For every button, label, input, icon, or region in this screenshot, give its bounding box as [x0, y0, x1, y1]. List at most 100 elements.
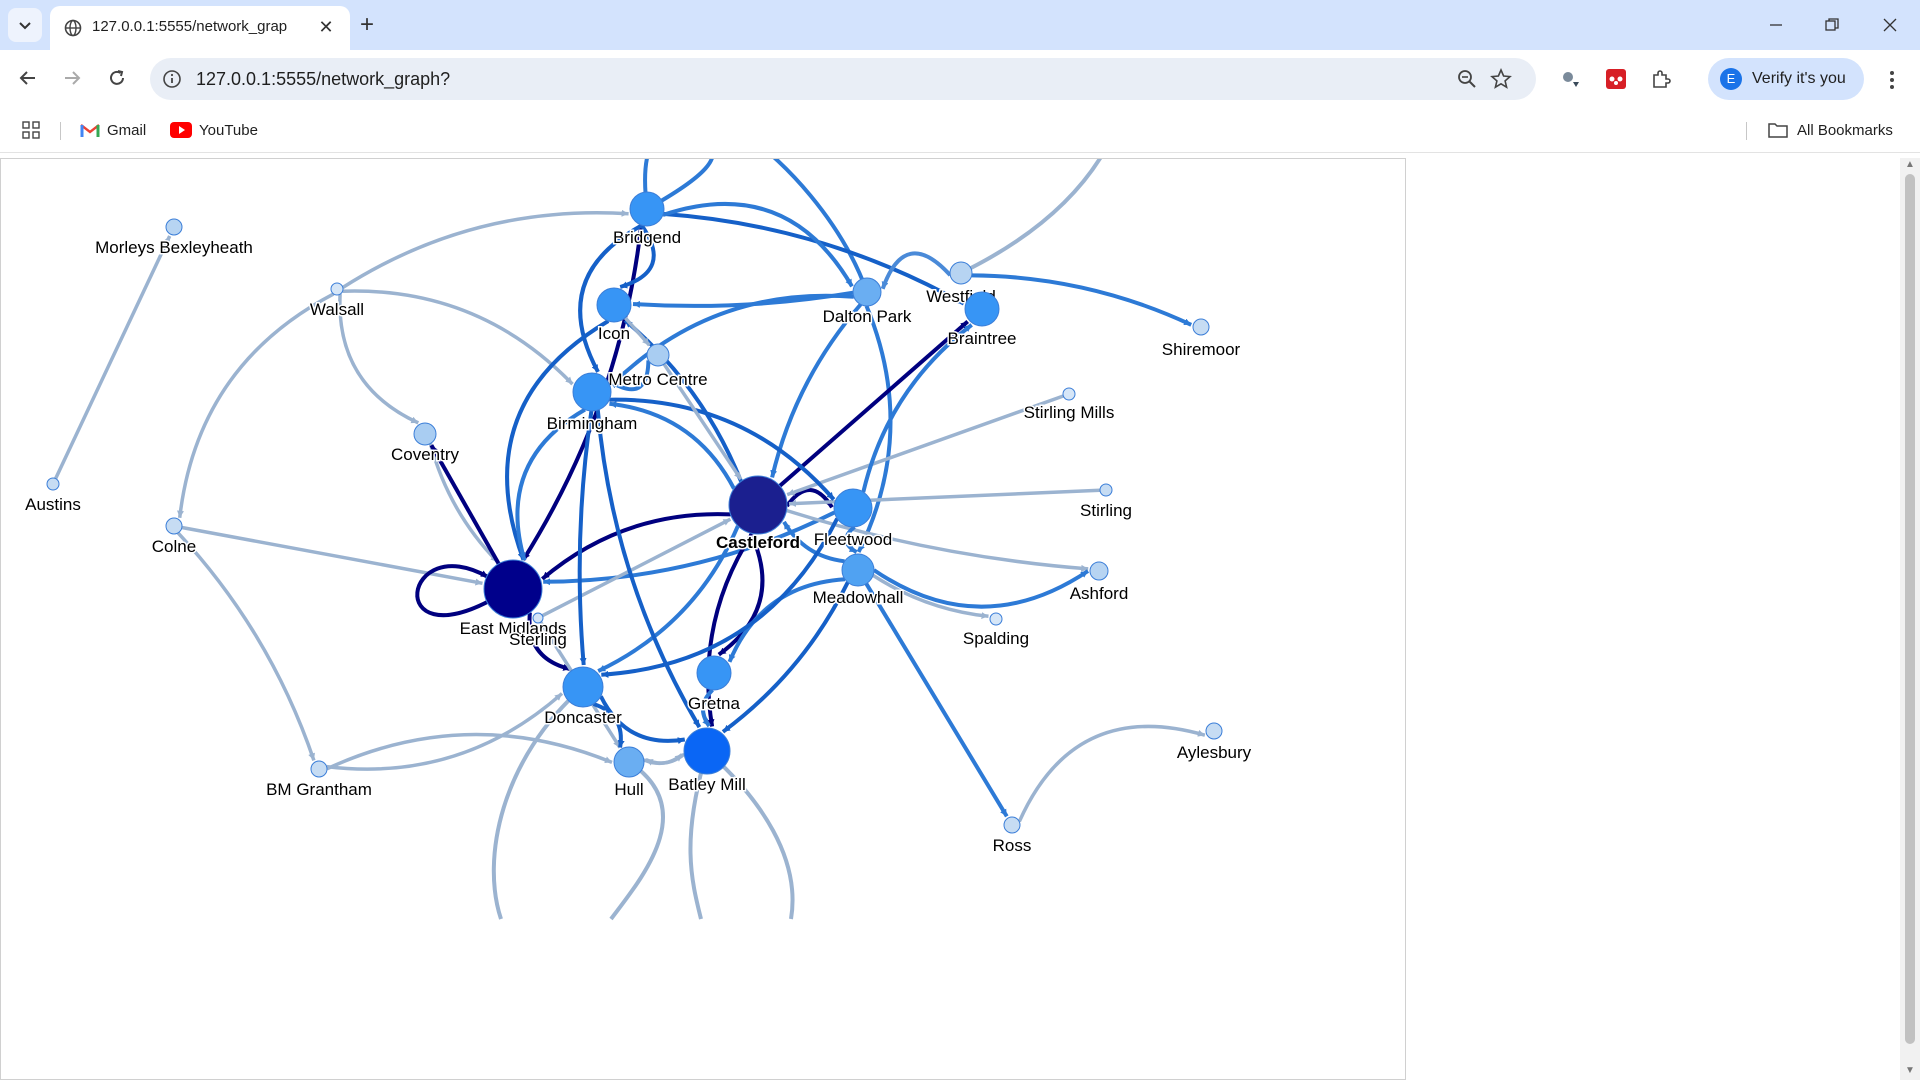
new-tab-button[interactable]: +	[352, 10, 382, 40]
verify-profile-chip[interactable]: E Verify it's you	[1708, 58, 1864, 100]
node-circle[interactable]	[46, 477, 60, 491]
apps-button[interactable]	[22, 117, 40, 143]
star-icon[interactable]	[1490, 68, 1512, 90]
extension-icon-red[interactable]	[1603, 66, 1629, 92]
node-circle[interactable]	[310, 760, 328, 778]
node-aylesbury[interactable]: Aylesbury	[1175, 722, 1253, 764]
node-label: Ross	[993, 836, 1032, 855]
node-circle[interactable]	[852, 277, 882, 307]
node-circle[interactable]	[413, 422, 437, 446]
edge-icon-eastmidlands	[505, 319, 610, 561]
all-bookmarks-button[interactable]: All Bookmarks	[1768, 117, 1893, 143]
node-bridgend[interactable]: Bridgend	[611, 191, 683, 249]
edge-westfield-shiremoor	[971, 273, 1193, 327]
node-austins[interactable]: Austins	[24, 477, 82, 516]
node-label: Fleetwood	[814, 530, 892, 549]
avatar: E	[1720, 68, 1742, 90]
back-button[interactable]	[10, 60, 46, 96]
scroll-down-icon[interactable]: ▼	[1905, 1066, 1915, 1076]
bookmark-label: Gmail	[107, 121, 147, 139]
node-coventry[interactable]: Coventry	[389, 422, 461, 466]
edge-austins-morleys	[54, 235, 172, 480]
node-metrocentre[interactable]: Metro Centre	[607, 343, 709, 391]
node-circle[interactable]	[330, 282, 344, 296]
node-circle[interactable]	[629, 191, 665, 227]
node-circle[interactable]	[1003, 816, 1021, 834]
node-circle[interactable]	[989, 612, 1003, 626]
node-circle[interactable]	[964, 291, 1000, 327]
bookmark-gmail[interactable]: Gmail	[80, 117, 146, 143]
edge-offscreen	[960, 159, 1102, 275]
node-walsall[interactable]: Walsall	[308, 282, 366, 321]
bookmarks-bar: Gmail YouTube All Bookmarks	[0, 108, 1920, 153]
node-colne[interactable]: Colne	[150, 517, 198, 558]
node-circle[interactable]	[841, 553, 875, 587]
zoom-icon[interactable]	[1456, 68, 1478, 90]
node-batleymill[interactable]: Batley Mill	[667, 727, 747, 796]
node-circle[interactable]	[165, 517, 183, 535]
node-label: Metro Centre	[608, 370, 707, 389]
node-circle[interactable]	[532, 612, 544, 624]
forward-button[interactable]	[54, 60, 90, 96]
reload-button[interactable]	[99, 60, 135, 96]
node-circle[interactable]	[728, 475, 788, 535]
extensions-button[interactable]	[1648, 66, 1674, 92]
node-circle[interactable]	[646, 343, 670, 367]
node-circle[interactable]	[1099, 483, 1113, 497]
page-content: Morleys Bexleyheath Walsall Austins Colne BM…	[0, 158, 1900, 1080]
network-graph-canvas[interactable]: Morleys Bexleyheath Walsall Austins Colne BM…	[0, 158, 1406, 1080]
browser-tab[interactable]: 127.0.0.1:5555/network_grap ✕	[50, 6, 350, 50]
node-circle[interactable]	[613, 746, 645, 778]
node-circle[interactable]	[1205, 722, 1223, 740]
node-morleys[interactable]: Morleys Bexleyheath	[94, 218, 254, 259]
node-ross[interactable]: Ross	[991, 816, 1033, 857]
page-scrollbar[interactable]: ▲ ▼	[1900, 158, 1920, 1080]
node-hull[interactable]: Hull	[613, 746, 645, 801]
node-circle[interactable]	[1062, 387, 1076, 401]
node-label: Hull	[614, 780, 643, 799]
restore-button[interactable]	[1808, 8, 1856, 42]
node-label: Birmingham	[547, 414, 638, 433]
window-close-button[interactable]	[1866, 8, 1914, 42]
close-window-icon	[1883, 18, 1897, 32]
node-circle[interactable]	[562, 666, 604, 708]
tab-search-button[interactable]	[8, 8, 42, 42]
url-text[interactable]: 127.0.0.1:5555/network_graph?	[196, 69, 450, 90]
node-circle[interactable]	[483, 559, 543, 619]
node-gretna[interactable]: Gretna	[687, 655, 742, 715]
address-bar[interactable]: 127.0.0.1:5555/network_graph?	[150, 58, 1536, 100]
info-icon[interactable]	[162, 69, 182, 89]
node-circle[interactable]	[572, 372, 612, 412]
node-circle[interactable]	[683, 727, 731, 775]
scroll-up-icon[interactable]: ▲	[1905, 160, 1915, 170]
node-daltonpark[interactable]: Dalton Park	[821, 277, 913, 328]
node-label: Bridgend	[613, 228, 681, 247]
edge-birmingham-batleymill	[595, 409, 702, 729]
browser-titlebar: 127.0.0.1:5555/network_grap ✕ +	[0, 0, 1920, 50]
edge-meadowhall-ashford	[872, 568, 1090, 609]
node-circle[interactable]	[1192, 318, 1210, 336]
scroll-thumb[interactable]	[1905, 174, 1915, 1044]
node-label: BM Grantham	[266, 780, 372, 799]
close-icon[interactable]: ✕	[314, 15, 338, 39]
node-circle[interactable]	[1089, 561, 1109, 581]
bookmark-youtube[interactable]: YouTube	[170, 117, 258, 143]
node-circle[interactable]	[949, 261, 973, 285]
extension-icon[interactable]	[1558, 66, 1584, 92]
browser-menu-button[interactable]	[1878, 66, 1906, 94]
node-label: Castleford	[716, 533, 800, 552]
node-circle[interactable]	[165, 218, 183, 236]
node-shiremoor[interactable]: Shiremoor	[1160, 318, 1242, 361]
node-bmgrantham[interactable]: BM Grantham	[265, 760, 373, 801]
node-circle[interactable]	[596, 287, 632, 323]
minimize-button[interactable]	[1752, 8, 1800, 42]
edge-eastmidlands-eastmidlands	[415, 564, 494, 618]
node-circle[interactable]	[833, 488, 873, 528]
node-circle[interactable]	[696, 655, 732, 691]
edge-walsall-birmingham	[342, 289, 574, 386]
node-stirlingmills[interactable]: Stirling Mills	[1022, 387, 1116, 424]
node-spalding[interactable]: Spalding	[961, 612, 1031, 650]
network-graph[interactable]: Morleys Bexleyheath Walsall Austins Colne BM…	[1, 159, 1406, 1080]
node-icon[interactable]: Icon	[596, 287, 632, 345]
apps-grid-icon	[22, 121, 40, 139]
